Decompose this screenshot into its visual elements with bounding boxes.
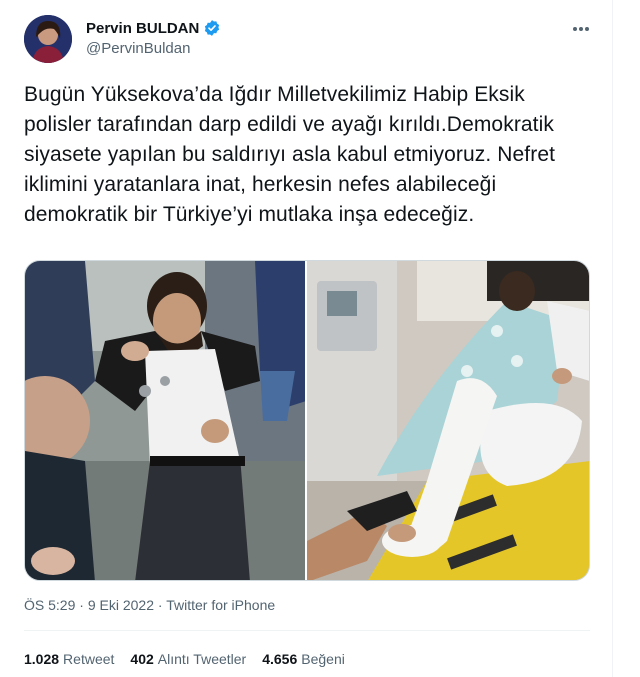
divider (24, 630, 590, 631)
retweets-stat[interactable]: 1.028 Retweet (24, 651, 114, 667)
tweet-photo-left[interactable] (25, 261, 305, 580)
quotes-stat[interactable]: 402 Alıntı Tweetler (130, 651, 246, 667)
tweet-source[interactable]: Twitter for iPhone (166, 597, 275, 613)
tweet-media[interactable] (24, 260, 590, 581)
likes-count: 4.656 (262, 651, 298, 667)
tweet-time[interactable]: ÖS 5:29 (24, 597, 75, 613)
meta-separator: · (75, 597, 88, 613)
avatar[interactable] (24, 15, 72, 63)
tweet-meta: ÖS 5:29 · 9 Eki 2022 · Twitter for iPhon… (24, 597, 275, 613)
timeline-edge (612, 0, 640, 677)
quotes-label: Alıntı Tweetler (157, 651, 247, 667)
likes-stat[interactable]: 4.656 Beğeni (262, 651, 345, 667)
verified-badge-icon (203, 19, 221, 37)
more-options-icon[interactable] (568, 16, 594, 42)
quotes-count: 402 (130, 651, 154, 667)
author-name[interactable]: Pervin BULDAN (86, 20, 199, 37)
tweet-photo-right[interactable] (307, 261, 589, 580)
author-handle[interactable]: @PervinBuldan (86, 40, 190, 57)
tweet-stats: 1.028 Retweet 402 Alıntı Tweetler 4.656 Beğ… (24, 651, 345, 667)
meta-separator: · (154, 597, 167, 613)
tweet-date[interactable]: 9 Eki 2022 (88, 597, 154, 613)
likes-label: Beğeni (301, 651, 345, 667)
retweets-label: Retweet (63, 651, 115, 667)
tweet-text: Bugün Yüksekova’da Iğdır Milletvekilimiz… (24, 83, 556, 226)
author-row: Pervin BULDAN (86, 19, 221, 37)
tweet-card: Pervin BULDAN @PervinBuldan Bugün Yüksek… (0, 0, 612, 677)
retweets-count: 1.028 (24, 651, 60, 667)
